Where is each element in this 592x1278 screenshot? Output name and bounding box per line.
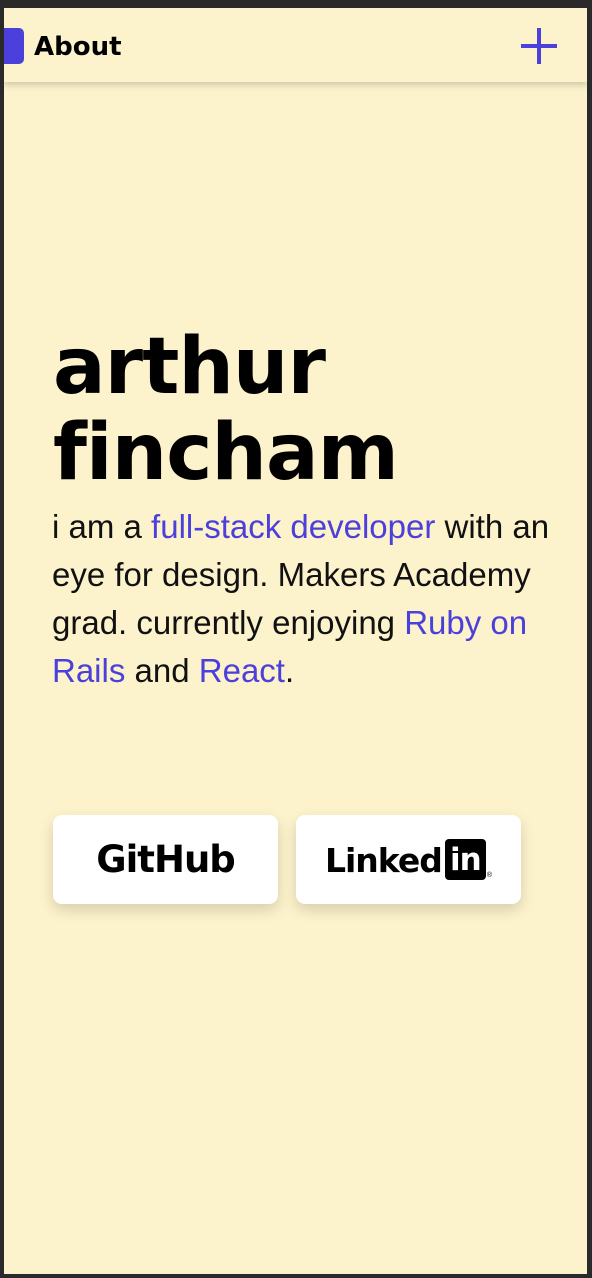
plus-menu-button[interactable] xyxy=(517,24,561,68)
plus-icon xyxy=(521,28,557,64)
bio-text-3: and xyxy=(125,652,199,689)
accent-tab xyxy=(4,28,24,64)
github-button[interactable]: GitHub xyxy=(53,815,278,904)
linkedin-button[interactable]: Linked in ® xyxy=(296,815,521,904)
link-react[interactable]: React xyxy=(199,652,285,689)
bio-text-4: . xyxy=(284,652,295,689)
hero-name-line2: fincham xyxy=(53,408,399,498)
page-title: About xyxy=(34,32,122,62)
linkedin-logo: Linked in ® xyxy=(325,839,492,880)
hero-name-line1: arthur xyxy=(53,322,326,412)
github-logo: GitHub xyxy=(96,838,236,881)
linkedin-logo-box: in xyxy=(444,839,486,880)
linkedin-logo-text: Linked xyxy=(324,841,443,880)
page-frame: About arthur fincham i am a full-stack d… xyxy=(4,8,587,1274)
bio-text-1: i am a xyxy=(52,508,152,545)
hero-name: arthur fincham xyxy=(53,322,399,498)
bio-paragraph: i am a full-stack developer with an eye … xyxy=(52,503,572,695)
top-header: About xyxy=(4,8,587,82)
link-full-stack-developer[interactable]: full-stack developer xyxy=(151,508,435,545)
registered-mark: ® xyxy=(486,872,493,879)
